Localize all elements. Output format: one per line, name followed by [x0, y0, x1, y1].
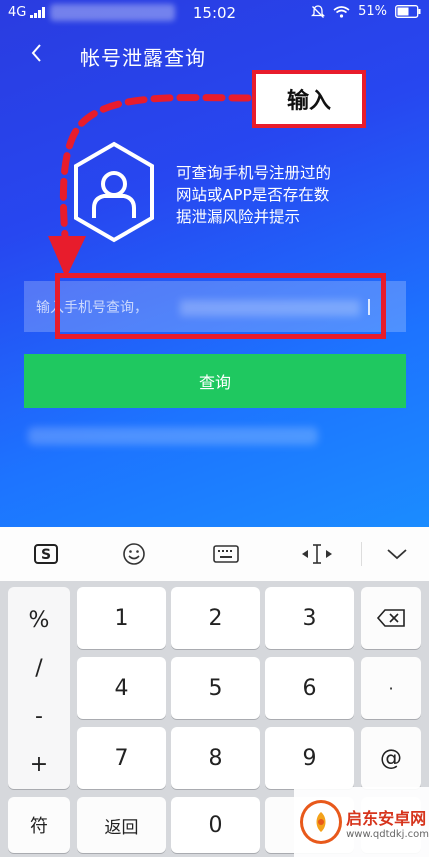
- symbol-key[interactable]: -: [8, 693, 70, 739]
- digit-key[interactable]: 2: [171, 587, 260, 649]
- symbol-key[interactable]: /: [8, 645, 70, 691]
- digit-key[interactable]: 5: [171, 657, 260, 719]
- sogou-logo-button[interactable]: S: [30, 539, 62, 569]
- description-line: 可查询手机号注册过的: [176, 164, 332, 182]
- digit-key[interactable]: 6: [265, 657, 354, 719]
- dot-key[interactable]: ·: [361, 657, 421, 719]
- collapse-keyboard-button[interactable]: [382, 539, 412, 569]
- digit-key[interactable]: 4: [77, 657, 166, 719]
- svg-text:S: S: [41, 547, 51, 563]
- redacted-note: [28, 427, 318, 445]
- sogou-logo-icon: S: [34, 544, 58, 564]
- app-screen: 4G 15:02 51% 帐号泄露查询 输入 可查询手机号注册过的 网站或APP…: [0, 0, 429, 857]
- query-button[interactable]: 查询: [24, 354, 406, 408]
- cursor-move-icon: [302, 544, 332, 564]
- description-line: 网站或APP是否存在数: [176, 186, 330, 204]
- at-key[interactable]: @: [361, 727, 421, 789]
- cursor-move-button[interactable]: [298, 539, 336, 569]
- return-key[interactable]: 返回: [77, 797, 166, 853]
- digit-key-zero[interactable]: 0: [171, 797, 260, 853]
- user-shield-icon: [74, 141, 154, 243]
- backspace-icon: [376, 609, 405, 627]
- annotation-highlight-frame: [55, 273, 386, 339]
- feature-description: 可查询手机号注册过的 网站或APP是否存在数 据泄漏风险并提示: [176, 162, 396, 228]
- watermark-name: 启东安卓网: [346, 808, 427, 828]
- emoji-button[interactable]: [118, 539, 150, 569]
- annotation-label-box: 输入: [252, 70, 366, 128]
- emoji-icon: [123, 543, 145, 565]
- digit-key[interactable]: 7: [77, 727, 166, 789]
- backspace-key[interactable]: [361, 587, 421, 649]
- site-watermark: 启东安卓网 www.qdtdkj.com: [294, 787, 429, 857]
- annotation-label: 输入: [286, 89, 331, 114]
- keyboard-toolbar: S: [0, 527, 429, 582]
- description-line: 据泄漏风险并提示: [176, 208, 301, 226]
- symbol-key[interactable]: +: [8, 741, 70, 787]
- watermark-logo-icon: [300, 800, 343, 844]
- watermark-url: www.qdtdkj.com: [346, 828, 429, 840]
- toolbar-divider: [361, 542, 362, 566]
- digit-key[interactable]: 1: [77, 587, 166, 649]
- keyboard-icon: [213, 545, 239, 563]
- digit-key[interactable]: 3: [265, 587, 354, 649]
- keyboard-switch-button[interactable]: [210, 539, 242, 569]
- symbol-key[interactable]: %: [8, 597, 70, 643]
- digit-key[interactable]: 8: [171, 727, 260, 789]
- symbols-key[interactable]: 符: [8, 797, 70, 853]
- annotation-dashed-arrow: [48, 94, 252, 278]
- symbol-column: % / - +: [8, 587, 70, 789]
- collapse-chevron-icon: [387, 549, 407, 560]
- digit-key[interactable]: 9: [265, 727, 354, 789]
